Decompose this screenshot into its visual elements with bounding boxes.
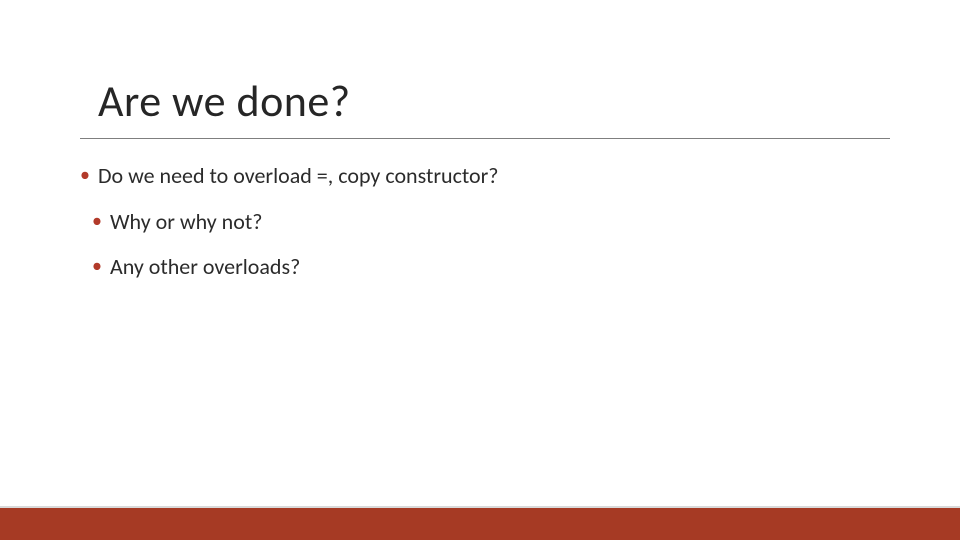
bullet-dot-icon: • — [92, 208, 102, 234]
bullet-item: • Why or why not? — [80, 208, 880, 236]
bullet-text: Why or why not? — [110, 208, 262, 236]
bullet-text: Any other overloads? — [110, 253, 300, 281]
slide-body: • Do we need to overload =, copy constru… — [80, 162, 880, 299]
slide: Are we done? • Do we need to overload =,… — [0, 0, 960, 540]
bullet-dot-icon: • — [92, 253, 102, 279]
bullet-item: • Do we need to overload =, copy constru… — [80, 162, 880, 190]
bullet-item: • Any other overloads? — [80, 253, 880, 281]
bullet-dot-icon: • — [80, 162, 90, 188]
bullet-text: Do we need to overload =, copy construct… — [98, 162, 499, 190]
slide-title: Are we done? — [98, 74, 880, 128]
footer-bar — [0, 508, 960, 540]
title-divider — [80, 138, 890, 139]
